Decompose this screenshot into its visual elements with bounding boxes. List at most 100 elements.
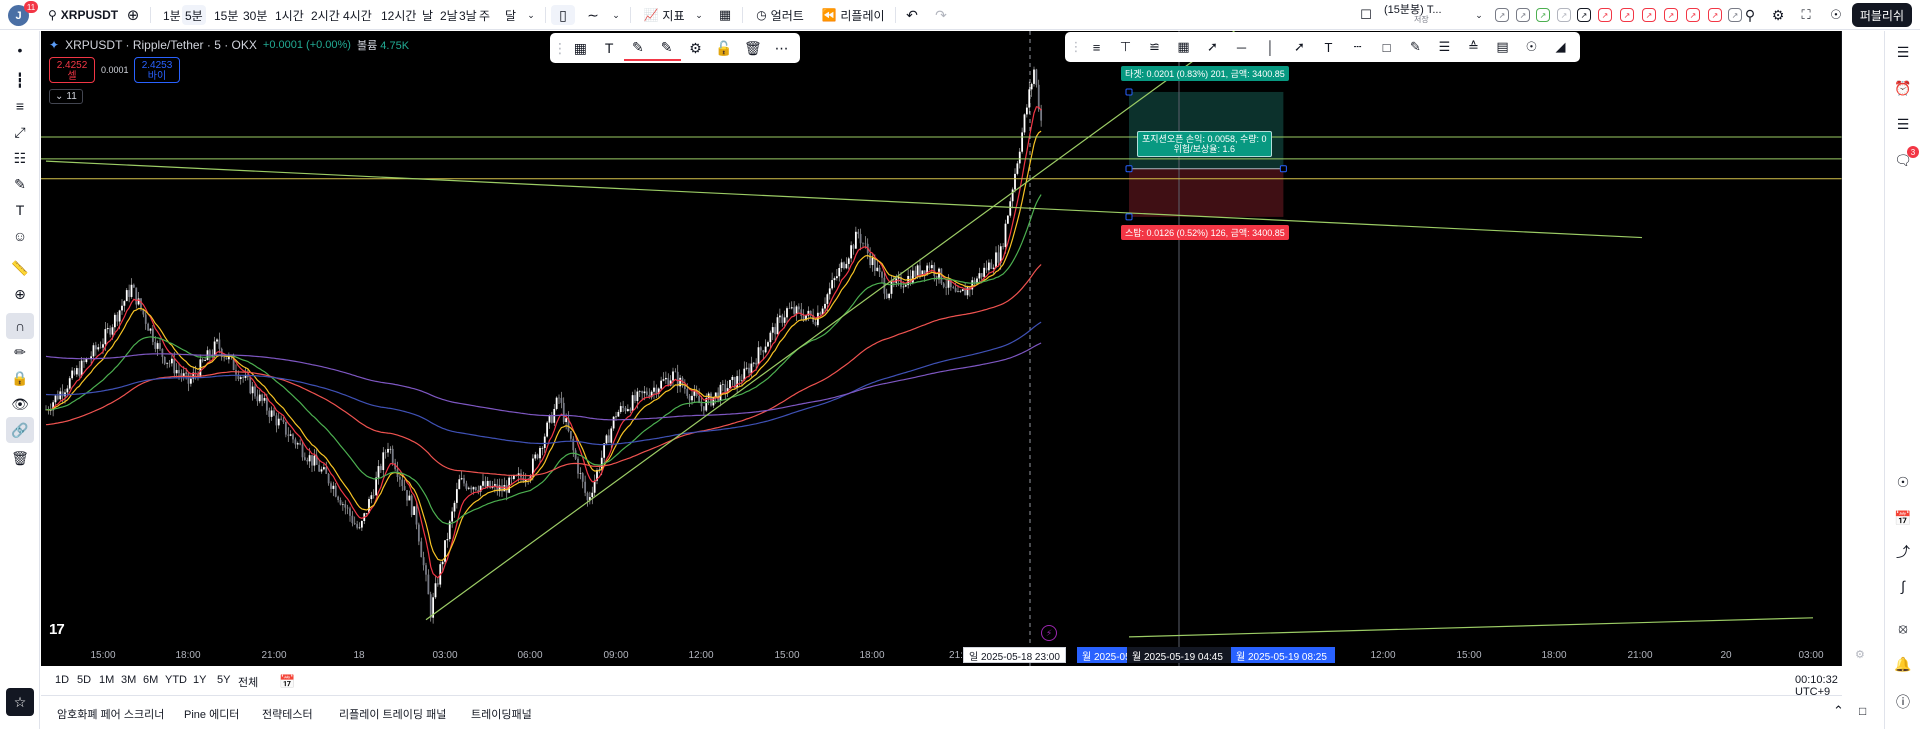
brush-icon[interactable]: ✎ <box>1402 34 1429 60</box>
interval-3[interactable]: 15분 <box>211 5 241 25</box>
saved-template-icon[interactable]: ↗ <box>1686 8 1700 22</box>
sell-button[interactable]: 2.4252 셀 <box>49 57 95 83</box>
panel-tab-4[interactable]: 리플레이 트레이딩 패널 <box>339 706 446 722</box>
saved-template-icon[interactable]: ↗ <box>1598 8 1612 22</box>
interval-8[interactable]: 12시간 <box>378 5 419 25</box>
alarm-clock-icon[interactable]: ⏰ <box>1889 75 1917 101</box>
delete-icon[interactable]: 🗑 <box>739 35 768 61</box>
grid-icon[interactable]: ▦ <box>1170 34 1197 60</box>
rectangle-icon[interactable]: □ <box>1373 34 1400 60</box>
saved-template-icon[interactable]: ↗ <box>1557 8 1571 22</box>
cursor-dot-icon[interactable]: • <box>6 37 34 63</box>
favorites-star-icon[interactable]: ☆ <box>6 688 34 716</box>
pattern-icon[interactable]: ⤢ <box>6 119 34 145</box>
text-style-icon[interactable]: T <box>595 35 624 61</box>
drag-handle-icon[interactable]: ⋮ <box>1070 34 1083 60</box>
saved-template-icon[interactable]: ↗ <box>1536 8 1550 22</box>
range-1y[interactable]: 1Y <box>193 674 206 686</box>
maximize-panel-icon[interactable]: □ <box>1859 704 1866 718</box>
link-icon[interactable]: 🔗 <box>6 417 34 443</box>
settings-gear-icon[interactable]: ⚙ <box>1768 5 1788 25</box>
lightning-icon[interactable]: ⚡ <box>1041 625 1057 641</box>
time-axis-settings-icon[interactable]: ⚙ <box>1855 648 1865 661</box>
collapse-panel-icon[interactable]: ⌃ <box>1833 703 1844 719</box>
redo-icon[interactable]: ↷ <box>932 5 950 25</box>
vertical-line-icon[interactable]: │ <box>1257 34 1284 60</box>
replay-button[interactable]: ⏪ 리플레이 <box>818 5 888 25</box>
panel-tab-3[interactable]: 전략테스터 <box>262 706 313 722</box>
range-전체[interactable]: 전체 <box>238 674 258 690</box>
undo-icon[interactable]: ↶ <box>903 5 921 25</box>
trash-icon[interactable]: 🗑 <box>6 445 34 471</box>
saved-template-icon[interactable]: ↗ <box>1495 8 1509 22</box>
notification-bell-icon[interactable]: 🔔 <box>1889 651 1917 677</box>
indicators-toggle[interactable]: ⌄ 11 <box>49 89 83 104</box>
range-1m[interactable]: 1M <box>99 674 114 686</box>
drag-handle-icon[interactable]: ⋮ <box>553 35 567 61</box>
panel-tab-1[interactable]: 암호화폐 페어 스크리너 <box>57 706 164 722</box>
line-color-icon[interactable]: ✎ <box>623 35 653 61</box>
horizontal-line-icon[interactable]: ┄ <box>1344 34 1371 60</box>
add-symbol-icon[interactable]: ⊕ <box>124 5 142 25</box>
circle-icon[interactable]: ☉ <box>1518 34 1545 60</box>
pitchfork-icon[interactable]: ≙ <box>1460 34 1487 60</box>
horizontal-ray-icon[interactable]: ─ <box>1228 34 1255 60</box>
target-icon[interactable]: ☉ <box>1889 469 1917 495</box>
eye-icon[interactable]: 👁 <box>6 391 34 417</box>
fullscreen-icon[interactable]: ⛶ <box>1796 5 1816 25</box>
ruler-icon[interactable]: ◢ <box>1547 34 1574 60</box>
fib-retracement-icon[interactable]: ≡ <box>6 93 34 119</box>
ray-icon[interactable]: ➚ <box>1286 34 1313 60</box>
interval-2[interactable]: 5분 <box>182 5 206 25</box>
layout-grid-icon[interactable]: ▦ <box>715 5 735 25</box>
ruler-icon[interactable]: 📏 <box>6 255 34 281</box>
chart-type-chevron-down-icon[interactable]: ⌄ <box>610 5 622 25</box>
bars-pattern-icon[interactable]: ▤ <box>1489 34 1516 60</box>
date-range-icon[interactable]: ⊤ <box>1112 34 1139 60</box>
stream-icon[interactable]: ∫ <box>1889 573 1917 599</box>
interval-5[interactable]: 1시간 <box>272 5 307 25</box>
calendar-goto-icon[interactable]: 📅 <box>279 674 295 690</box>
alert-button[interactable]: ◷ 얼러트 <box>750 5 810 25</box>
saved-template-icon[interactable]: ↗ <box>1708 8 1722 22</box>
magnet-icon[interactable]: ∩ <box>6 313 34 339</box>
long-position-icon[interactable]: ☷ <box>6 145 34 171</box>
range-3m[interactable]: 3M <box>121 674 136 686</box>
rss-icon[interactable]: ⦻ <box>1889 615 1917 641</box>
line-chart-type-icon[interactable]: ∼ <box>583 5 603 25</box>
parallel-channel-icon[interactable]: ≡ <box>1083 34 1110 60</box>
quick-search-icon[interactable]: ⚲ <box>1740 5 1760 25</box>
template-icon[interactable]: ▦ <box>566 35 595 61</box>
trend-line-icon[interactable]: ➚ <box>1199 34 1226 60</box>
more-icon[interactable]: ⋯ <box>767 35 796 61</box>
interval-13[interactable]: 달 <box>502 5 519 25</box>
settings-icon[interactable]: ⚙ <box>681 35 710 61</box>
text-icon[interactable]: T <box>6 197 34 223</box>
layout-chevron-down-icon[interactable]: ⌄ <box>1474 5 1484 25</box>
range-6m[interactable]: 6M <box>143 674 158 686</box>
checkbox-icon[interactable]: ☐ <box>1358 5 1374 25</box>
fib-retracement-icon[interactable]: ☰ <box>1431 34 1458 60</box>
chart-pane[interactable]: ✦ XRPUSDT · Ripple/Tether · 5 · OKX +0.0… <box>41 31 1842 666</box>
saved-template-icon[interactable]: ↗ <box>1642 8 1656 22</box>
interval-1[interactable]: 1분 <box>160 5 184 25</box>
layout-name-button[interactable]: (15분봉) T... 저장 <box>1384 5 1479 25</box>
publish-button[interactable]: 퍼블리쉬 <box>1851 3 1912 27</box>
range-5d[interactable]: 5D <box>77 674 91 686</box>
panel-tab-5[interactable]: 트레이딩패널 <box>471 706 532 722</box>
trend-line-icon[interactable]: ┇ <box>6 67 34 93</box>
saved-template-icon[interactable]: ↗ <box>1620 8 1634 22</box>
lock-icon[interactable]: 🔒 <box>6 365 34 391</box>
text-icon[interactable]: T <box>1315 34 1342 60</box>
range-1d[interactable]: 1D <box>55 674 69 686</box>
camera-icon[interactable]: ☉ <box>1826 5 1846 25</box>
brush-icon[interactable]: ✎ <box>6 171 34 197</box>
saved-template-icon[interactable]: ↗ <box>1577 8 1591 22</box>
indicators-button[interactable]: 📈 지표 <box>640 5 688 25</box>
interval-12[interactable]: 주 <box>476 5 493 25</box>
emoji-icon[interactable]: ☺ <box>6 223 34 249</box>
intervals-chevron-down-icon[interactable]: ⌄ <box>525 5 537 25</box>
symbol-search[interactable]: ⚲ XRPUSDT <box>48 5 118 25</box>
indicators-chevron-down-icon[interactable]: ⌄ <box>693 5 705 25</box>
interval-6[interactable]: 2시간 <box>308 5 343 25</box>
